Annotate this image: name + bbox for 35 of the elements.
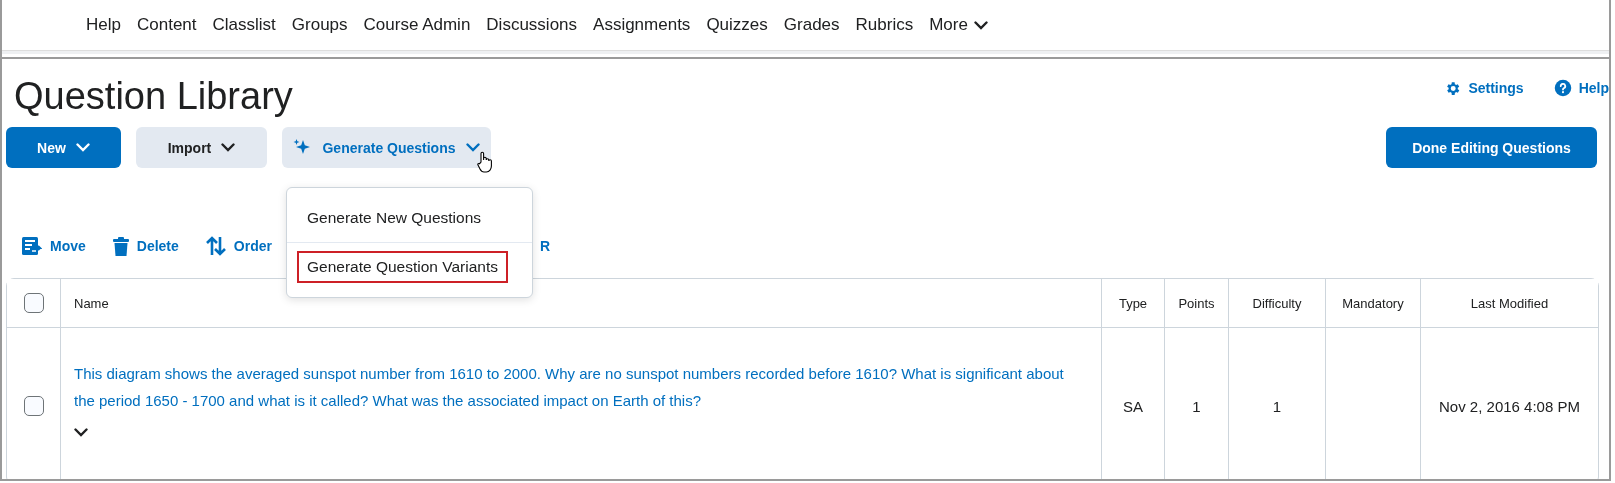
toolbar-button[interactable]: Order — [205, 236, 272, 256]
column-header: Type — [1118, 295, 1148, 311]
table-cell: 1 — [1192, 397, 1201, 415]
column-header: Difficulty — [1252, 295, 1302, 311]
settings-link[interactable]: Settings — [1444, 79, 1524, 97]
column-header: Points — [1178, 295, 1215, 311]
table-cell: SA — [1123, 397, 1143, 415]
dropdown-button[interactable]: Import — [136, 127, 267, 168]
nav-link[interactable]: Discussions — [478, 15, 586, 35]
table-cell: Nov 2, 2016 4:08 PM — [1439, 397, 1580, 415]
nav-link[interactable]: Help — [78, 15, 129, 35]
toolbar-button[interactable]: Move — [22, 237, 86, 255]
help-link[interactable]: Help — [1553, 79, 1609, 97]
nav-link[interactable]: Content — [128, 15, 205, 35]
more-menu[interactable]: More — [921, 15, 996, 35]
page-title: Question Library — [14, 75, 293, 118]
nav-link[interactable]: Classlist — [204, 15, 284, 35]
nav-link[interactable]: Course Admin — [355, 15, 479, 35]
nav-link[interactable]: Assignments — [585, 15, 699, 35]
done-button[interactable]: Done Editing Questions — [1386, 127, 1597, 168]
nav-link[interactable]: Rubrics — [847, 15, 922, 35]
column-header: Last Modified — [1470, 295, 1549, 311]
nav-link[interactable]: Grades — [775, 15, 848, 35]
toolbar-button[interactable]: R — [539, 238, 551, 254]
nav-link[interactable]: Quizzes — [698, 15, 776, 35]
nav-link[interactable]: Groups — [283, 15, 356, 35]
column-header: Mandatory — [1342, 295, 1404, 311]
menu-item[interactable]: Generate New Questions — [297, 202, 492, 234]
question-link[interactable]: This diagram shows the averaged sunspot number from 1610 to 2000. Why are no sunspot numbers recorded before 1610? What is significant about the period 1650 - 1700 and what is it called? What was the associated impact on Earth of this? — [74, 360, 1071, 414]
column-header: Name — [74, 295, 109, 311]
dropdown-button[interactable]: New — [6, 127, 121, 168]
toolbar-button[interactable]: Delete — [112, 236, 179, 256]
table-cell: 1 — [1272, 397, 1282, 415]
menu-item[interactable]: Generate Question Variants — [297, 251, 508, 283]
generate-questions-button[interactable]: Generate Questions — [282, 127, 491, 168]
